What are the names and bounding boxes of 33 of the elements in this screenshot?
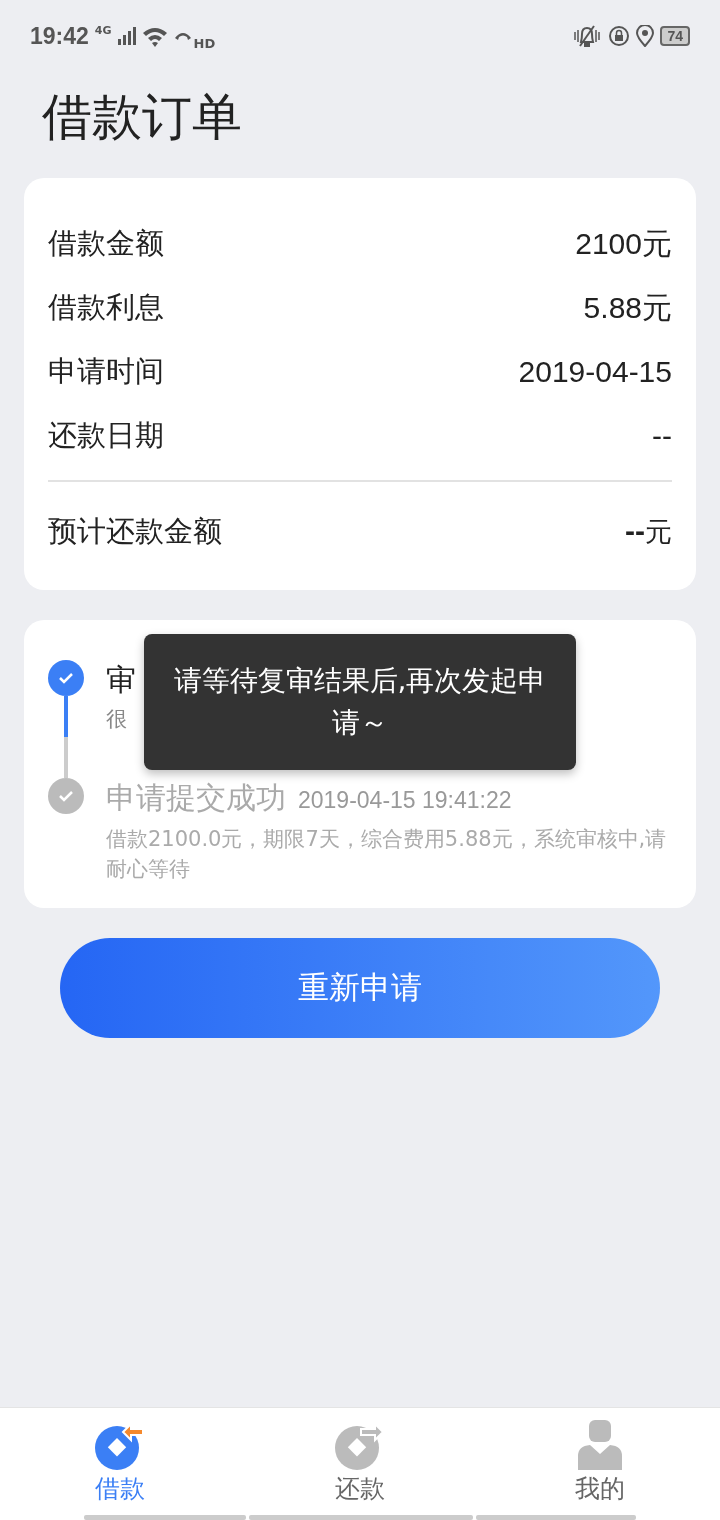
reapply-button[interactable]: 重新申请 bbox=[60, 938, 660, 1038]
field-label: 预计还款金额 bbox=[48, 513, 222, 550]
field-value: 2019-04-15 bbox=[518, 355, 672, 389]
field-label: 借款金额 bbox=[48, 225, 164, 262]
location-icon bbox=[636, 25, 655, 47]
field-value: -- bbox=[625, 514, 645, 548]
nav-tab[interactable]: 借款 bbox=[0, 1408, 240, 1515]
field-label: 申请时间 bbox=[48, 353, 164, 390]
hd-label: HD bbox=[193, 35, 216, 51]
wifi-icon bbox=[141, 25, 168, 47]
field-label: 借款利息 bbox=[48, 289, 164, 326]
field-label: 还款日期 bbox=[48, 417, 164, 454]
step-title: 审 bbox=[106, 661, 136, 699]
step-description: 很 bbox=[106, 706, 128, 733]
battery-indicator: 74 bbox=[660, 26, 690, 46]
step-title: 申请提交成功 bbox=[106, 779, 286, 817]
bell-muted-icon bbox=[572, 24, 603, 48]
toast-message: 请等待复审结果后,再次发起申请～ bbox=[144, 634, 576, 770]
field-value: -- bbox=[652, 419, 672, 453]
nav-tab[interactable]: 还款 bbox=[240, 1408, 480, 1515]
person-icon bbox=[578, 1420, 622, 1470]
step-description: 借款2100.0元，期限7天，综合费用5.88元，系统审核中,请耐心等待 bbox=[106, 826, 668, 883]
status-time: 19:42 bbox=[30, 22, 89, 50]
network-label: 4G bbox=[94, 24, 112, 37]
field-value: 2100元 bbox=[575, 225, 672, 262]
signal-icon bbox=[117, 27, 136, 45]
field-value: 5.88元 bbox=[583, 289, 672, 326]
step-check-icon bbox=[48, 778, 84, 814]
page-title: 借款订单 bbox=[42, 87, 243, 148]
step-time: 2019-04-15 19:41:22 bbox=[298, 786, 512, 815]
nav-tab[interactable]: 我的 bbox=[480, 1408, 720, 1515]
unit-label: 元 bbox=[645, 515, 672, 549]
rotation-lock-icon bbox=[608, 25, 631, 47]
